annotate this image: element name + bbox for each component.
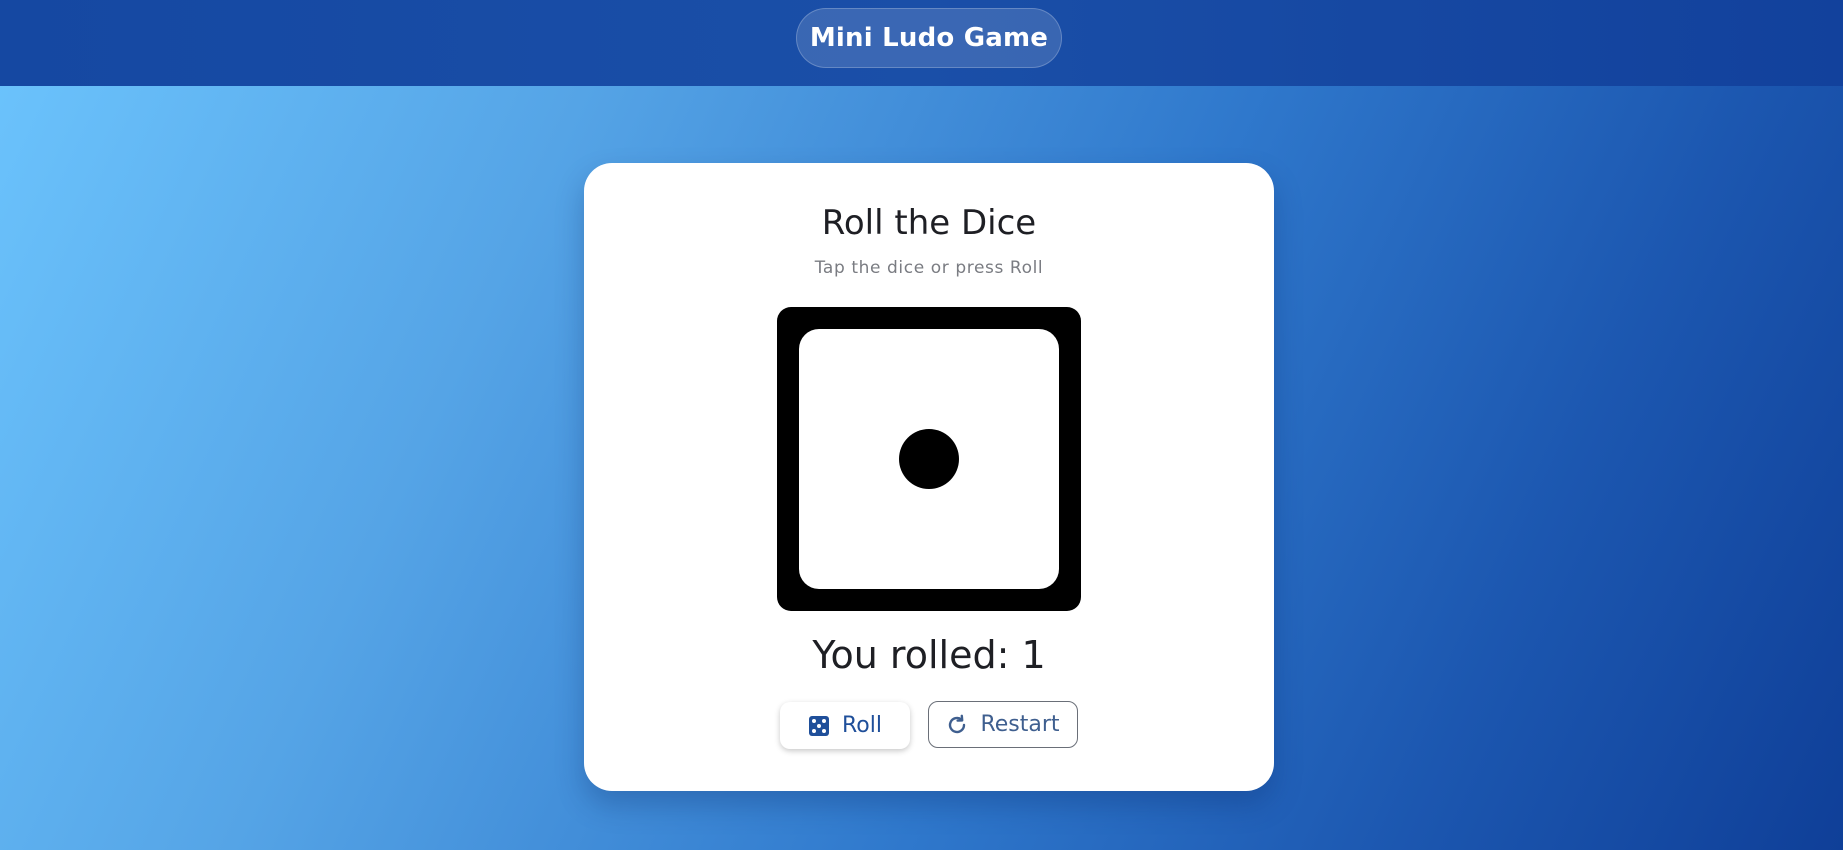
restart-button[interactable]: Restart	[928, 701, 1078, 748]
card-subtitle: Tap the dice or press Roll	[814, 258, 1044, 278]
card-title: Roll the Dice	[821, 203, 1037, 243]
dice-icon	[808, 715, 830, 737]
roll-button-label: Roll	[842, 713, 882, 738]
dice[interactable]	[777, 307, 1081, 611]
top-bar: Mini Ludo Game	[0, 0, 1843, 86]
roll-button[interactable]: Roll	[780, 702, 910, 749]
dice-pip	[899, 429, 959, 489]
restart-icon	[946, 714, 968, 736]
dice-face	[799, 329, 1059, 589]
dice-card: Roll the Dice Tap the dice or press Roll…	[584, 163, 1274, 791]
app-title: Mini Ludo Game	[796, 8, 1062, 68]
restart-button-label: Restart	[980, 712, 1060, 737]
roll-result: You rolled: 1	[812, 633, 1046, 677]
